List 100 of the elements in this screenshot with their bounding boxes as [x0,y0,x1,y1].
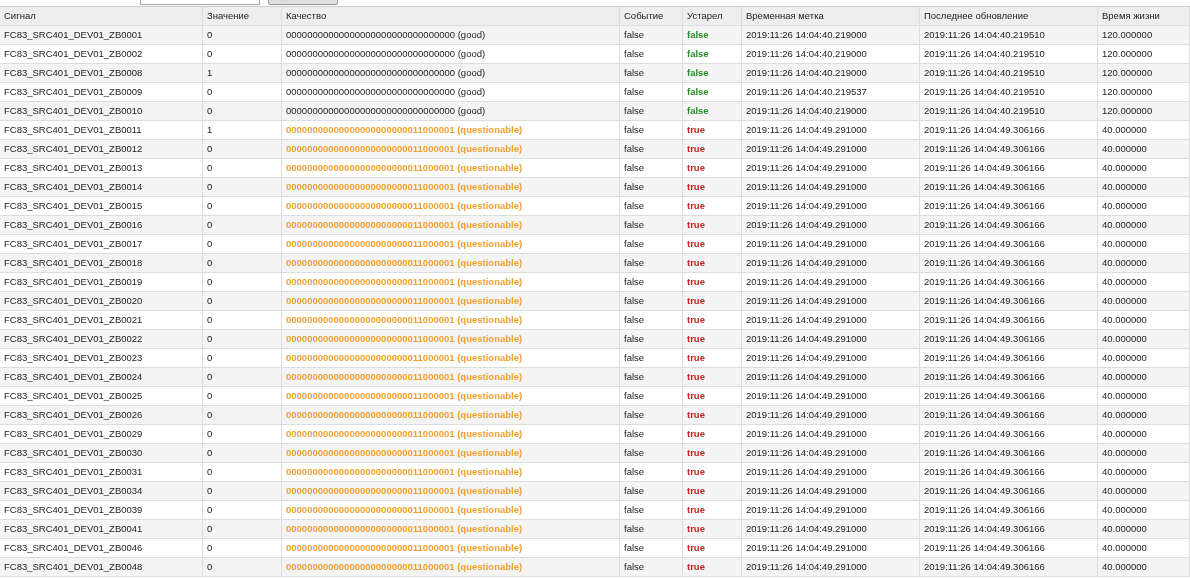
event-cell: false [620,311,683,329]
signal-cell: FC83_SRC401_DEV01_ZB0034 [0,482,203,500]
column-header[interactable]: Сигнал [0,7,203,25]
quality-cell: 00000000000000000000000011000001 (questionable) [282,482,620,500]
signal-cell: FC83_SRC401_DEV01_ZB0022 [0,330,203,348]
last-update-cell: 2019:11:26 14:04:49.306166 [920,235,1098,253]
timestamp-cell: 2019:11:26 14:04:49.291000 [742,558,920,576]
stale-cell: true [683,273,742,291]
value-cell: 0 [203,330,282,348]
quality-cell: 00000000000000000000000000000000 (good) [282,45,620,63]
stale-cell: true [683,292,742,310]
quality-cell: 00000000000000000000000011000001 (questionable) [282,254,620,272]
event-cell: false [620,26,683,44]
event-cell: false [620,197,683,215]
stale-cell: true [683,197,742,215]
column-header[interactable]: Качество [282,7,620,25]
column-header[interactable]: Время жизни [1098,7,1190,25]
last-update-cell: 2019:11:26 14:04:40.219510 [920,64,1098,82]
quality-cell: 00000000000000000000000011000001 (questionable) [282,558,620,576]
last-update-cell: 2019:11:26 14:04:49.306166 [920,558,1098,576]
timestamp-cell: 2019:11:26 14:04:49.291000 [742,216,920,234]
event-cell: false [620,235,683,253]
stale-cell: true [683,558,742,576]
timestamp-cell: 2019:11:26 14:04:49.291000 [742,520,920,538]
last-update-cell: 2019:11:26 14:04:49.306166 [920,501,1098,519]
stale-cell: true [683,444,742,462]
column-header[interactable]: Устарел [683,7,742,25]
stale-cell: true [683,121,742,139]
quality-cell: 00000000000000000000000011000001 (questionable) [282,539,620,557]
event-cell: false [620,425,683,443]
signal-cell: FC83_SRC401_DEV01_ZB0026 [0,406,203,424]
last-update-cell: 2019:11:26 14:04:40.219510 [920,26,1098,44]
last-update-cell: 2019:11:26 14:04:49.306166 [920,520,1098,538]
signal-cell: FC83_SRC401_DEV01_ZB0041 [0,520,203,538]
value-cell: 1 [203,64,282,82]
event-cell: false [620,140,683,158]
lifetime-cell: 40.000000 [1098,121,1190,139]
signal-cell: FC83_SRC401_DEV01_ZB0021 [0,311,203,329]
timestamp-cell: 2019:11:26 14:04:49.291000 [742,140,920,158]
quality-cell: 00000000000000000000000011000001 (questionable) [282,406,620,424]
column-header[interactable]: Значение [203,7,282,25]
last-update-cell: 2019:11:26 14:04:49.306166 [920,425,1098,443]
lifetime-cell: 40.000000 [1098,216,1190,234]
event-cell: false [620,64,683,82]
lifetime-cell: 120.000000 [1098,64,1190,82]
event-cell: false [620,444,683,462]
timestamp-cell: 2019:11:26 14:04:49.291000 [742,273,920,291]
lifetime-cell: 40.000000 [1098,273,1190,291]
quality-cell: 00000000000000000000000011000001 (questionable) [282,368,620,386]
value-cell: 0 [203,273,282,291]
last-update-cell: 2019:11:26 14:04:49.306166 [920,463,1098,481]
last-update-cell: 2019:11:26 14:04:49.306166 [920,444,1098,462]
lifetime-cell: 40.000000 [1098,159,1190,177]
timestamp-cell: 2019:11:26 14:04:49.291000 [742,539,920,557]
quality-cell: 00000000000000000000000011000001 (questionable) [282,463,620,481]
timestamp-cell: 2019:11:26 14:04:49.291000 [742,311,920,329]
lifetime-cell: 40.000000 [1098,387,1190,405]
timestamp-cell: 2019:11:26 14:04:49.291000 [742,368,920,386]
value-cell: 0 [203,140,282,158]
timestamp-cell: 2019:11:26 14:04:49.291000 [742,178,920,196]
last-update-cell: 2019:11:26 14:04:49.306166 [920,254,1098,272]
quality-cell: 00000000000000000000000011000001 (questionable) [282,520,620,538]
stale-cell: true [683,520,742,538]
column-header[interactable]: Последнее обновление [920,7,1098,25]
stale-cell: true [683,501,742,519]
stale-cell: true [683,463,742,481]
quality-cell: 00000000000000000000000011000001 (questionable) [282,140,620,158]
quality-cell: 00000000000000000000000011000001 (questionable) [282,159,620,177]
quality-cell: 00000000000000000000000011000001 (questionable) [282,444,620,462]
stale-cell: true [683,216,742,234]
signal-cell: FC83_SRC401_DEV01_ZB0016 [0,216,203,234]
timestamp-cell: 2019:11:26 14:04:49.291000 [742,463,920,481]
column-header[interactable]: Временная метка [742,7,920,25]
last-update-cell: 2019:11:26 14:04:49.306166 [920,197,1098,215]
timestamp-cell: 2019:11:26 14:04:49.291000 [742,121,920,139]
event-cell: false [620,216,683,234]
stale-cell: true [683,140,742,158]
quality-cell: 00000000000000000000000011000001 (questionable) [282,330,620,348]
timestamp-cell: 2019:11:26 14:04:49.291000 [742,387,920,405]
timestamp-cell: 2019:11:26 14:04:49.291000 [742,349,920,367]
event-cell: false [620,387,683,405]
lifetime-cell: 120.000000 [1098,45,1190,63]
stale-cell: false [683,64,742,82]
quality-cell: 00000000000000000000000011000001 (questionable) [282,121,620,139]
quality-cell: 00000000000000000000000011000001 (questionable) [282,311,620,329]
timestamp-cell: 2019:11:26 14:04:49.291000 [742,254,920,272]
timestamp-cell: 2019:11:26 14:04:49.291000 [742,444,920,462]
event-cell: false [620,501,683,519]
value-cell: 0 [203,539,282,557]
signal-cell: FC83_SRC401_DEV01_ZB0014 [0,178,203,196]
lifetime-cell: 40.000000 [1098,349,1190,367]
quality-cell: 00000000000000000000000011000001 (questionable) [282,273,620,291]
stale-cell: true [683,368,742,386]
value-cell: 0 [203,463,282,481]
last-update-cell: 2019:11:26 14:04:49.306166 [920,368,1098,386]
value-cell: 0 [203,558,282,576]
last-update-cell: 2019:11:26 14:04:49.306166 [920,330,1098,348]
column-header[interactable]: Событие [620,7,683,25]
signal-cell: FC83_SRC401_DEV01_ZB0001 [0,26,203,44]
value-cell: 0 [203,83,282,101]
